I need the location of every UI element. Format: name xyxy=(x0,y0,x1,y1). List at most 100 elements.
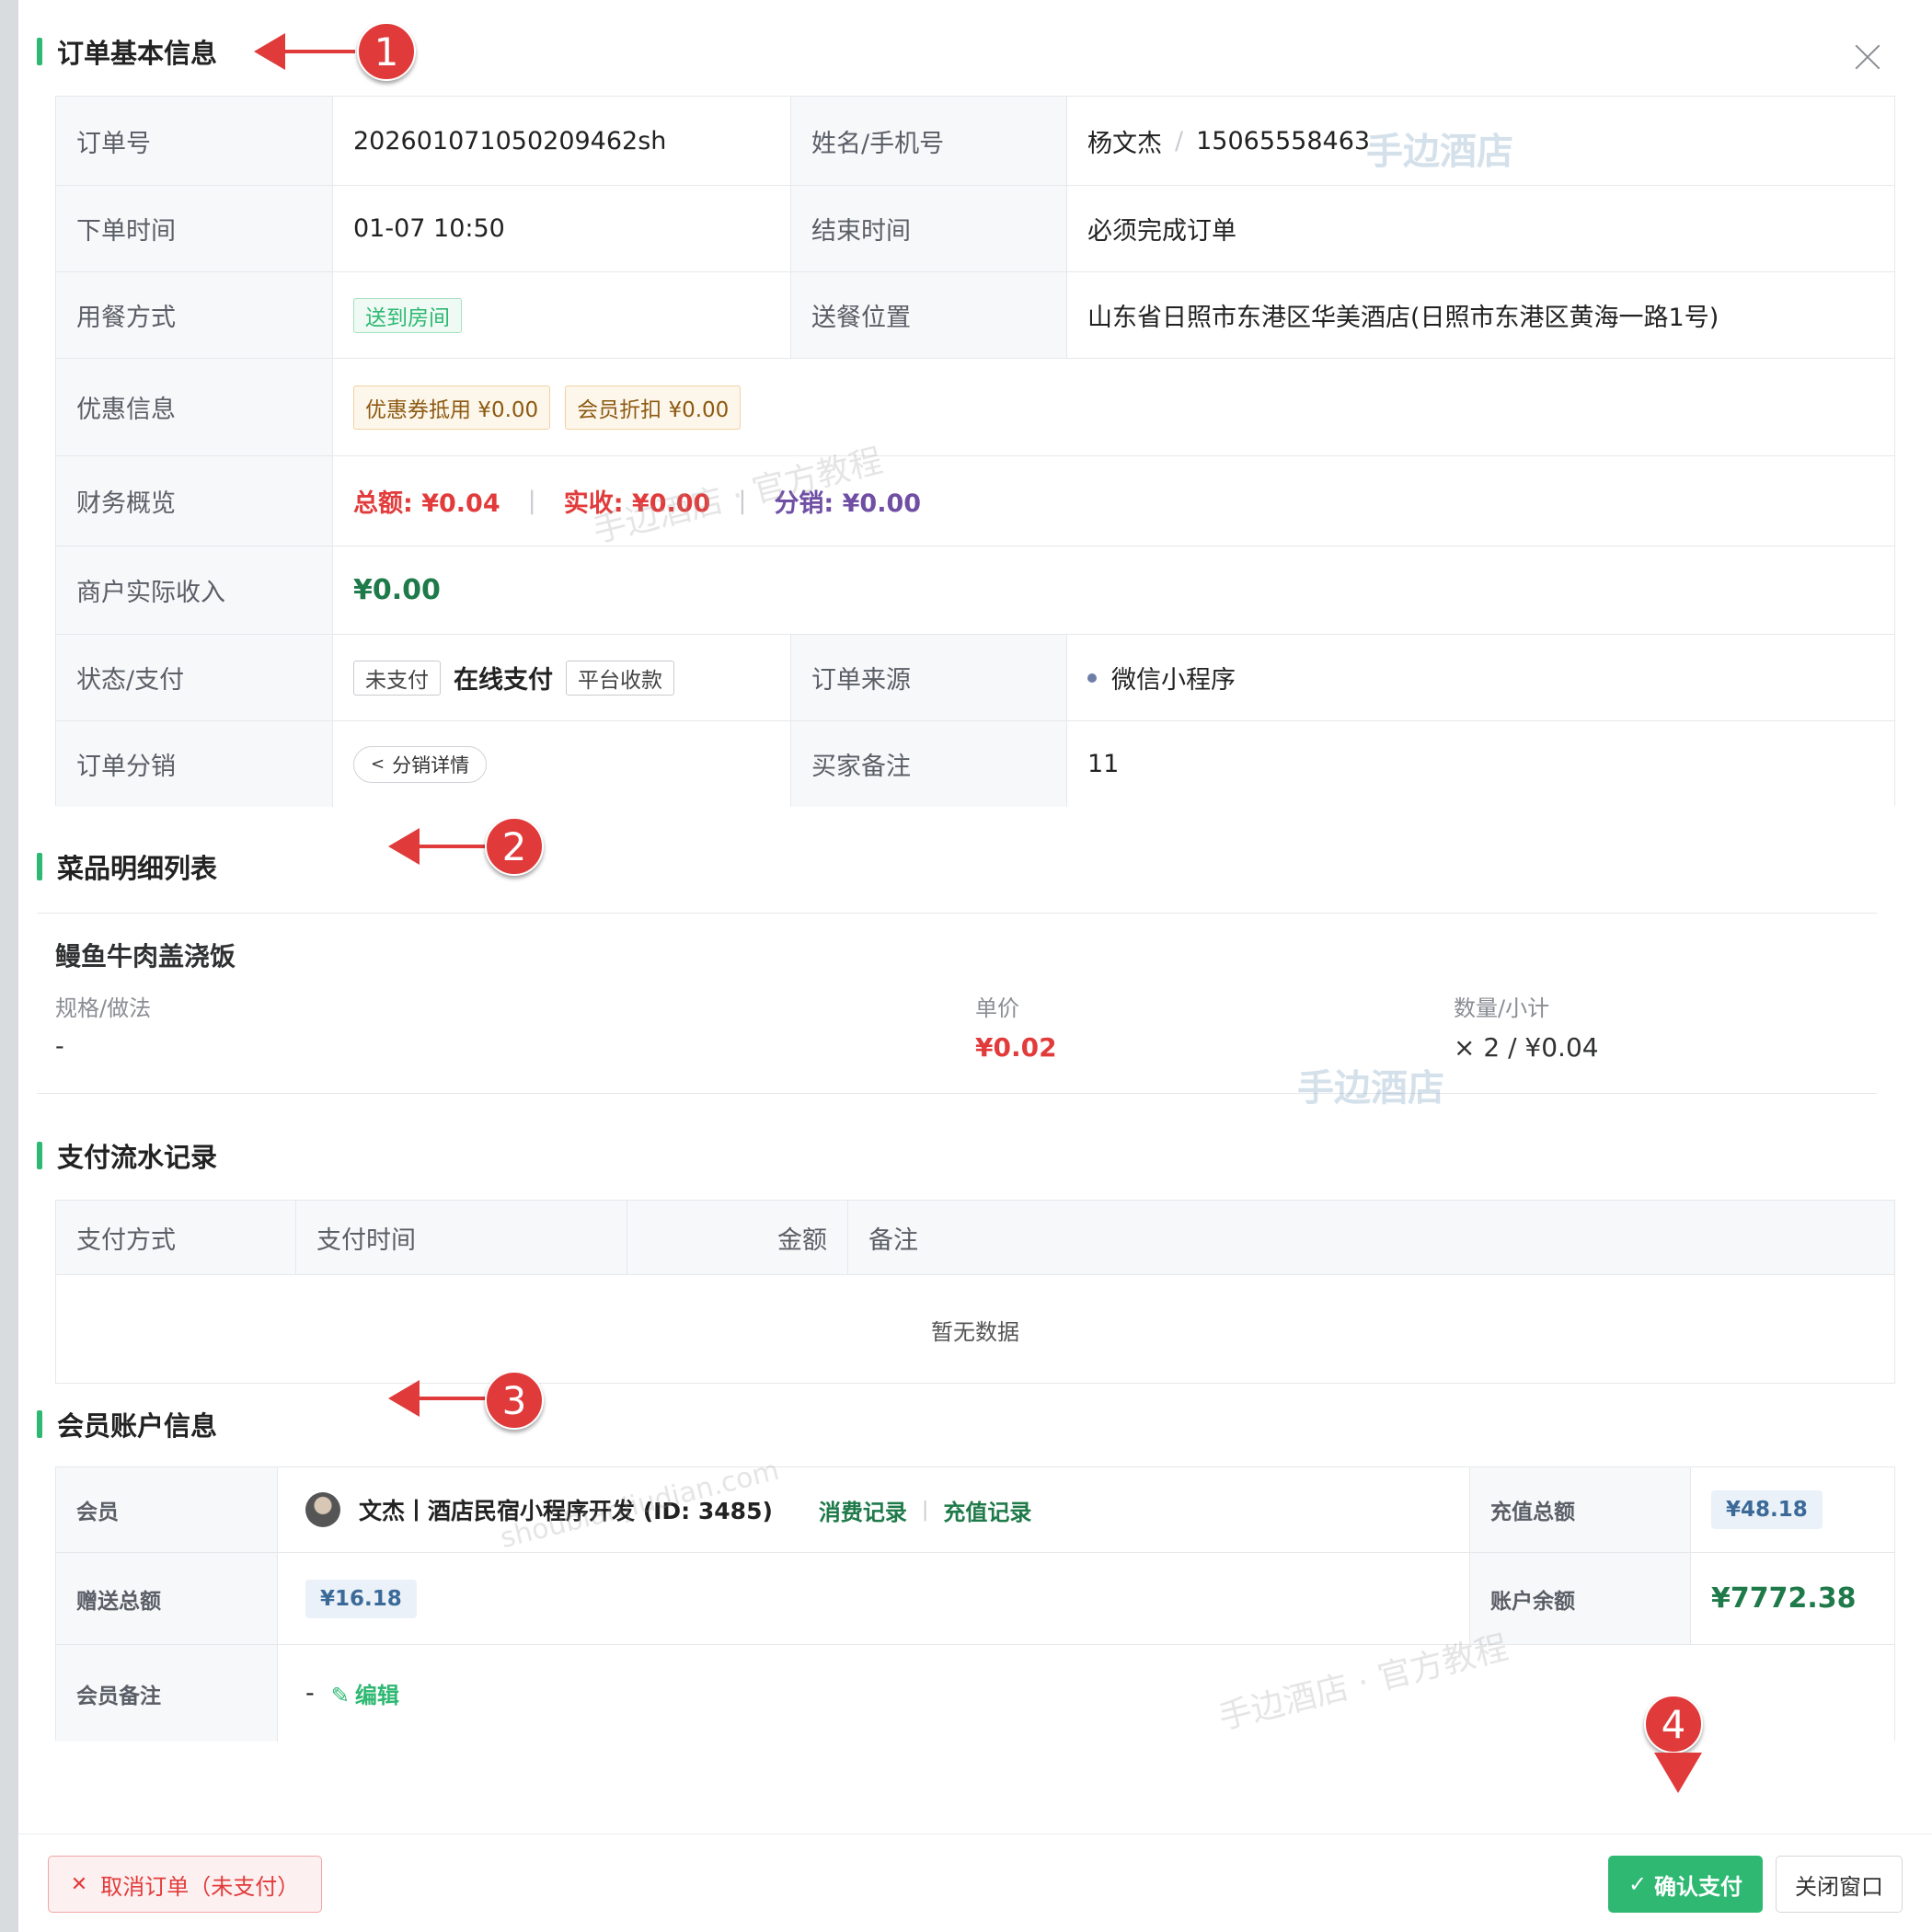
finance-separator: | xyxy=(527,487,536,515)
close-icon[interactable] xyxy=(1849,39,1886,75)
balance-amount: ¥7772.38 xyxy=(1711,1582,1857,1615)
income-value: ¥0.00 xyxy=(332,546,1894,634)
order-no-value: 202601071050209462sh xyxy=(332,97,790,185)
member-name: 文杰丨酒店民宿小程序开发 (ID: 3485) xyxy=(359,1498,773,1524)
close-window-button[interactable]: 关闭窗口 xyxy=(1776,1856,1903,1913)
dish-price-value: ¥0.02 xyxy=(975,1032,1057,1063)
link-separator: | xyxy=(921,1498,929,1522)
confirm-payment-button[interactable]: ✓ 确认支付 xyxy=(1608,1856,1763,1913)
col-header-amount: 金额 xyxy=(627,1201,847,1274)
member-note-label: 会员备注 xyxy=(56,1645,277,1742)
dish-qty-value: × 2 / ¥0.04 xyxy=(1454,1032,1599,1063)
finance-distribution: 分销: ¥0.00 xyxy=(774,489,922,518)
dish-spec-value: - xyxy=(55,1032,64,1061)
end-time-label: 结束时间 xyxy=(790,186,1066,271)
section-accent-bar xyxy=(37,38,42,65)
income-amount: ¥0.00 xyxy=(353,574,441,606)
coupon-tag: 优惠券抵用 ¥0.00 xyxy=(353,385,551,430)
distribution-detail-button[interactable]: < 分销详情 xyxy=(353,745,488,783)
table-header-row: 支付方式 支付时间 金额 备注 xyxy=(56,1201,1894,1274)
close-icon: ✕ xyxy=(70,1872,88,1896)
section-accent-bar xyxy=(37,853,42,880)
member-value: 文杰丨酒店民宿小程序开发 (ID: 3485) 消费记录 | 充值记录 xyxy=(277,1467,1469,1552)
order-time-value: 01-07 10:50 xyxy=(332,186,790,271)
customer-phone: 15065558463 xyxy=(1196,126,1371,155)
remark-label: 买家备注 xyxy=(790,721,1066,807)
confirm-payment-label: 确认支付 xyxy=(1654,1873,1743,1900)
section-title-payments: 支付流水记录 xyxy=(37,1137,217,1174)
cancel-order-label: 取消订单（未支付） xyxy=(100,1873,300,1900)
table-row: 财务概览 总额: ¥0.04 | 实收: ¥0.00 | 分销: ¥0.00 xyxy=(56,455,1894,546)
table-row: 订单分销 < 分销详情 买家备注 11 xyxy=(56,720,1894,807)
status-label: 状态/支付 xyxy=(56,635,332,720)
dish-name: 鳗鱼牛肉盖浇饭 xyxy=(55,941,236,972)
member-label: 会员 xyxy=(56,1467,277,1552)
dist-value: < 分销详情 xyxy=(332,721,790,807)
recharge-total-value: ¥48.18 xyxy=(1690,1467,1894,1552)
edit-note-button[interactable]: ✎ 编辑 xyxy=(331,1677,399,1709)
dining-label: 用餐方式 xyxy=(56,272,332,358)
gift-total-label: 赠送总额 xyxy=(56,1553,277,1644)
name-phone-separator: / xyxy=(1175,126,1184,155)
annotation-badge-3: 3 xyxy=(485,1371,544,1430)
member-table: 会员 文杰丨酒店民宿小程序开发 (ID: 3485) 消费记录 | 充值记录 充… xyxy=(55,1466,1895,1742)
empty-row: 暂无数据 xyxy=(56,1274,1894,1385)
order-time-label: 下单时间 xyxy=(56,186,332,271)
recharge-total-badge: ¥48.18 xyxy=(1711,1490,1823,1529)
order-info-table: 订单号 202601071050209462sh 姓名/手机号 杨文杰 / 15… xyxy=(55,96,1895,807)
dish-price-label: 单价 xyxy=(975,995,1019,1021)
distribution-detail-label: 分销详情 xyxy=(392,753,470,776)
payments-table: 支付方式 支付时间 金额 备注 暂无数据 xyxy=(55,1200,1895,1384)
source-text: 微信小程序 xyxy=(1111,666,1236,695)
customer-name: 杨文杰 xyxy=(1087,129,1162,158)
modal-backdrop xyxy=(0,0,18,1932)
section-title-text: 菜品明细列表 xyxy=(57,853,218,884)
finance-label: 财务概览 xyxy=(56,456,332,546)
remark-value: 11 xyxy=(1066,721,1894,807)
status-value: 未支付 在线支付 平台收款 xyxy=(332,635,790,720)
section-title-basic: 订单基本信息 xyxy=(37,33,217,70)
col-header-time: 支付时间 xyxy=(295,1201,627,1274)
consume-record-link[interactable]: 消费记录 xyxy=(819,1494,907,1526)
table-row: 会员备注 - ✎ 编辑 xyxy=(56,1644,1894,1742)
share-icon: < xyxy=(371,754,385,774)
name-phone-value: 杨文杰 / 15065558463 xyxy=(1066,97,1894,185)
section-title-text: 订单基本信息 xyxy=(57,38,218,69)
finance-separator: | xyxy=(738,487,747,515)
balance-value: ¥7772.38 xyxy=(1690,1553,1894,1644)
table-row: 会员 文杰丨酒店民宿小程序开发 (ID: 3485) 消费记录 | 充值记录 充… xyxy=(56,1467,1894,1552)
col-header-remark: 备注 xyxy=(847,1201,1894,1274)
dining-tag: 送到房间 xyxy=(353,297,462,333)
table-row: 用餐方式 送到房间 送餐位置 山东省日照市东港区华美酒店(日照市东港区黄海一路1… xyxy=(56,271,1894,358)
income-label: 商户实际收入 xyxy=(56,546,332,634)
dish-qty-label: 数量/小计 xyxy=(1454,995,1550,1021)
member-note-text: - xyxy=(305,1679,315,1708)
balance-label: 账户余额 xyxy=(1469,1553,1690,1644)
avatar xyxy=(305,1492,340,1527)
source-dot-icon xyxy=(1087,673,1097,683)
finance-value: 总额: ¥0.04 | 实收: ¥0.00 | 分销: ¥0.00 xyxy=(332,456,1894,546)
annotation-arrow xyxy=(388,1380,489,1417)
discount-value: 优惠券抵用 ¥0.00 会员折扣 ¥0.00 xyxy=(332,359,1894,455)
empty-text: 暂无数据 xyxy=(931,1319,1019,1345)
edit-icon: ✎ xyxy=(330,1683,350,1708)
divider xyxy=(37,913,1877,914)
table-row: 状态/支付 未支付 在线支付 平台收款 订单来源 微信小程序 xyxy=(56,634,1894,720)
unpaid-tag: 未支付 xyxy=(353,660,441,696)
annotation-badge-4: 4 xyxy=(1644,1695,1703,1754)
location-label: 送餐位置 xyxy=(790,272,1066,358)
annotation-badge-1: 1 xyxy=(357,22,416,81)
recharge-total-label: 充值总额 xyxy=(1469,1467,1690,1552)
finance-received: 实收: ¥0.00 xyxy=(563,489,711,518)
table-row: 优惠信息 优惠券抵用 ¥0.00 会员折扣 ¥0.00 xyxy=(56,358,1894,455)
gift-total-badge: ¥16.18 xyxy=(305,1579,417,1618)
col-header-method: 支付方式 xyxy=(56,1201,295,1274)
cancel-order-button[interactable]: ✕ 取消订单（未支付） xyxy=(48,1856,322,1913)
recharge-record-link[interactable]: 充值记录 xyxy=(943,1494,1031,1526)
section-accent-bar xyxy=(37,1142,42,1169)
annotation-arrow xyxy=(254,33,355,70)
table-row: 订单号 202601071050209462sh 姓名/手机号 杨文杰 / 15… xyxy=(56,97,1894,185)
edit-note-label: 编辑 xyxy=(354,1683,399,1708)
location-value: 山东省日照市东港区华美酒店(日照市东港区黄海一路1号) xyxy=(1066,272,1894,358)
name-phone-label: 姓名/手机号 xyxy=(790,97,1066,185)
